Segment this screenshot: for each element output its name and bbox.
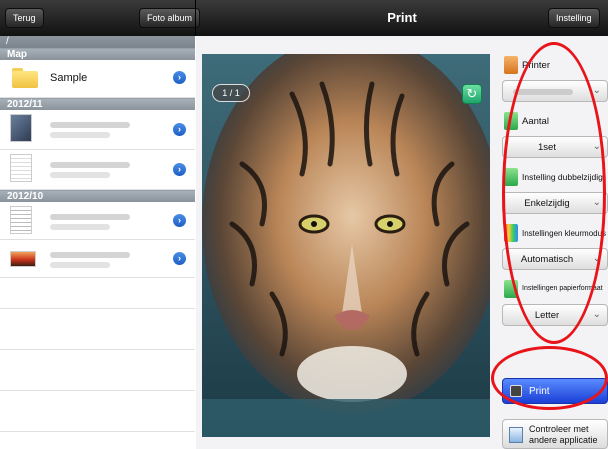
paper-size-icon [504,280,518,298]
section-header-map: Map [0,48,195,60]
duplex-label: Instelling dubbelzijdig [522,172,603,182]
open-in-app-icon [509,427,523,443]
disclosure-arrow-icon[interactable]: › [173,123,186,136]
chevron-down-icon: ⌄ [592,141,601,152]
section-header-date: 2012/11 [0,98,195,110]
disclosure-arrow-icon[interactable]: › [173,71,186,84]
paper-size-select[interactable]: Letter ⌄ [502,304,608,326]
printer-icon [510,385,522,397]
redacted-filedate [50,172,110,178]
chevron-down-icon: ⌄ [592,309,601,320]
redacted-filedate [50,224,110,230]
file-thumbnail-icon [10,114,32,142]
color-mode-select[interactable]: Automatisch ⌄ [502,248,608,270]
printer-icon [504,56,518,74]
copies-label: Aantal [522,116,549,127]
print-preview-image: 1 / 1 ↻ [202,54,490,437]
redacted-filename [50,214,130,220]
duplex-label-row: Instelling dubbelzijdig [502,168,608,188]
disclosure-arrow-icon[interactable]: › [173,163,186,176]
paper-size-label-row: Instellingen papierformaat [502,280,608,300]
copies-select[interactable]: 1set ⌄ [502,136,608,158]
color-mode-value: Automatisch [520,254,574,265]
print-preview-area: 1 / 1 ↻ Printer ⌄ Aantal 1set ⌄ Instelli… [196,36,608,449]
file-row[interactable]: › [0,202,195,240]
page-title: Print [387,10,417,25]
photo-thumbnail-icon [10,251,36,267]
duplex-value: Enkelzijdig [524,198,570,209]
redacted-printer-name [513,89,573,95]
duplex-icon [504,168,518,186]
folder-name: Sample [50,72,88,84]
document-thumbnail-icon [10,206,32,234]
printer-select[interactable]: ⌄ [502,80,608,102]
check-other-app-line2: andere applicatie [529,435,598,445]
chevron-down-icon: ⌄ [592,197,601,208]
redacted-filedate [50,132,110,138]
printer-label-row: Printer [502,56,608,76]
file-row[interactable]: › [0,150,195,190]
rotate-share-icon[interactable]: ↻ [462,84,482,104]
paper-size-value: Letter [534,310,560,321]
printer-label: Printer [522,60,550,71]
folder-row-sample[interactable]: Sample › [0,60,195,98]
color-mode-icon [504,224,518,242]
disclosure-arrow-icon[interactable]: › [173,214,186,227]
color-mode-label-row: Instellingen kleurmodus [502,224,608,244]
chevron-down-icon: ⌄ [592,85,601,96]
check-other-app-button[interactable]: Controleer met andere applicatie [502,419,608,449]
copies-value: 1set [538,142,556,153]
file-row[interactable]: › [0,240,195,278]
disclosure-arrow-icon[interactable]: › [173,252,186,265]
page-indicator: 1 / 1 [212,84,250,102]
redacted-filename [50,162,130,168]
photo-album-button[interactable]: Foto album [139,8,201,28]
document-thumbnail-icon [10,154,32,182]
copies-label-row: Aantal [502,112,608,132]
chevron-down-icon: ⌄ [592,253,601,264]
check-other-app-line1: Controleer met [529,424,589,434]
print-settings-panel: Printer ⌄ Aantal 1set ⌄ Instelling dubbe… [502,52,608,449]
path-header: / [0,36,195,48]
redacted-filedate [50,262,110,268]
top-navigation-bar: Terug Foto album Print Instelling [0,0,608,36]
section-header-date: 2012/10 [0,190,195,202]
check-other-app-label: Controleer met andere applicatie [529,424,598,446]
settings-button[interactable]: Instelling [548,8,600,28]
print-button[interactable]: Print [502,378,608,404]
copies-icon [504,112,518,130]
color-mode-label: Instellingen kleurmodus [522,229,607,238]
file-browser-pane: / Map Sample › 2012/11 › › 2012/10 › › [0,36,195,449]
file-row[interactable]: › [0,110,195,150]
print-button-label: Print [529,386,550,397]
redacted-filename [50,122,130,128]
paper-size-label: Instellingen papierformaat [522,285,603,292]
duplex-select[interactable]: Enkelzijdig ⌄ [502,192,608,214]
folder-icon [12,68,38,88]
redacted-filename [50,252,130,258]
back-button[interactable]: Terug [5,8,44,28]
tiger-photo [202,54,490,437]
